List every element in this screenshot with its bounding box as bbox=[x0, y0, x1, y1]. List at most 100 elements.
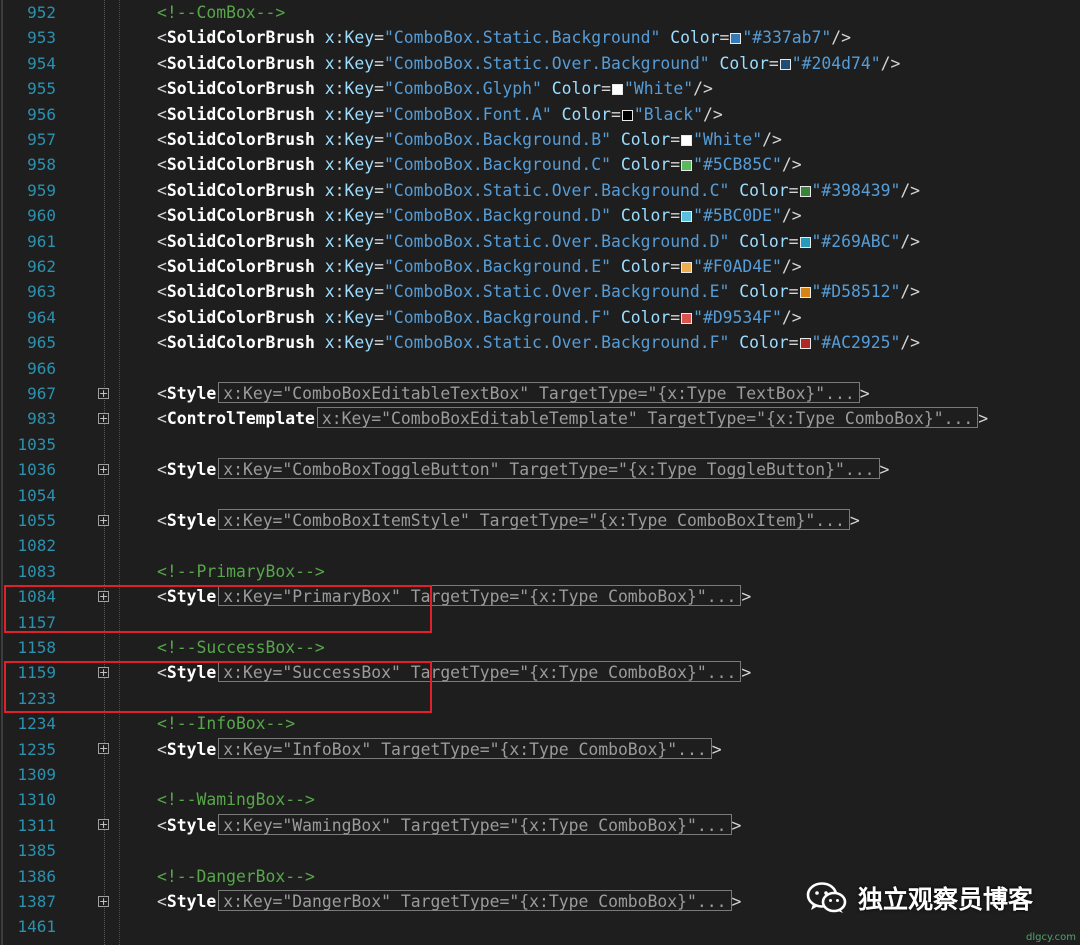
code-line[interactable]: 1235 + <Style x:Key="InfoBox" TargetType="{… bbox=[0, 737, 1080, 762]
line-number: 958 bbox=[27, 155, 56, 175]
code-line[interactable]: 957 <SolidColorBrush x:Key="ComboBox.Back… bbox=[0, 127, 1080, 152]
code-token: : bbox=[334, 282, 345, 302]
code-token: : bbox=[334, 28, 345, 48]
code-line[interactable]: 1054 bbox=[0, 483, 1080, 508]
code-line[interactable]: 961 <SolidColorBrush x:Key="ComboBox.Stat… bbox=[0, 229, 1080, 254]
code-line[interactable]: 955 <SolidColorBrush x:Key="ComboBox.Glyp… bbox=[0, 76, 1080, 101]
color-swatch-icon[interactable] bbox=[612, 84, 623, 96]
line-number: 953 bbox=[27, 28, 56, 48]
code-line[interactable]: 966 bbox=[0, 356, 1080, 381]
code-token: Key bbox=[344, 28, 375, 48]
color-swatch-icon[interactable] bbox=[730, 33, 742, 45]
collapsed-region[interactable]: x:Key="ComboBoxEditableTextBox" TargetTy… bbox=[218, 382, 860, 403]
code-token: SolidColorBrush bbox=[166, 333, 315, 353]
collapsed-region[interactable]: x:Key="ComboBoxEditableTemplate" TargetT… bbox=[316, 407, 979, 429]
expand-fold-icon[interactable]: + bbox=[98, 895, 109, 907]
code-line[interactable]: 952 <!--ComBox--> bbox=[0, 0, 1080, 25]
color-swatch-icon[interactable] bbox=[681, 135, 693, 146]
code-line[interactable]: 956 <SolidColorBrush x:Key="ComboBox.Font… bbox=[0, 102, 1080, 127]
expand-fold-icon[interactable]: + bbox=[98, 743, 109, 755]
expand-fold-icon[interactable]: + bbox=[98, 412, 109, 424]
code-token: : bbox=[334, 231, 345, 251]
code-line[interactable]: 1310 <!--WamingBox--> bbox=[0, 787, 1080, 812]
code-line[interactable]: 1311 + <Style x:Key="WamingBox" TargetType=… bbox=[0, 813, 1080, 838]
color-swatch-icon[interactable] bbox=[681, 312, 693, 324]
collapsed-region[interactable]: x:Key="WamingBox" TargetType="{x:Type Co… bbox=[218, 813, 732, 835]
code-line[interactable]: 967 + <Style x:Key="ComboBoxEditableTextBox… bbox=[0, 381, 1080, 406]
code-token: > bbox=[741, 663, 752, 683]
code-token: Color bbox=[729, 231, 789, 251]
code-editor[interactable]: 952 <!--ComBox--> 953 <SolidColorBrush x:Ke… bbox=[0, 0, 1080, 945]
code-line[interactable]: 963 <SolidColorBrush x:Key="ComboBox.Stat… bbox=[0, 279, 1080, 304]
code-line[interactable]: 1158 <!--SuccessBox--> bbox=[0, 635, 1080, 660]
code-token: = bbox=[374, 104, 385, 124]
expand-fold-icon[interactable]: + bbox=[98, 819, 109, 831]
code-token: < bbox=[157, 180, 167, 200]
code-token: <!--WamingBox--> bbox=[157, 790, 315, 810]
code-token: "ComboBox.Static.Over.Background.D" bbox=[384, 231, 730, 251]
line-number: 1385 bbox=[17, 841, 56, 861]
code-line[interactable]: 959 <SolidColorBrush x:Key="ComboBox.Stat… bbox=[0, 178, 1080, 203]
color-swatch-icon[interactable] bbox=[681, 262, 693, 273]
color-swatch-icon[interactable] bbox=[681, 211, 693, 223]
code-token: = bbox=[374, 333, 385, 353]
expand-fold-icon[interactable]: + bbox=[98, 387, 109, 399]
watermark: 独立观察员博客 bbox=[806, 878, 1033, 918]
code-token: = bbox=[374, 206, 385, 226]
code-text: <SolidColorBrush x:Key="ComboBox.Static.… bbox=[157, 229, 920, 254]
code-line[interactable]: 1309 bbox=[0, 762, 1080, 787]
collapsed-region[interactable]: x:Key="DangerBox" TargetType="{x:Type Co… bbox=[218, 890, 732, 911]
code-token: Color bbox=[610, 307, 671, 327]
code-line[interactable]: 958 <SolidColorBrush x:Key="ComboBox.Back… bbox=[0, 152, 1080, 177]
color-swatch-icon[interactable] bbox=[779, 58, 791, 70]
code-token: x bbox=[314, 180, 335, 200]
code-token: /> bbox=[781, 307, 802, 327]
expand-fold-icon[interactable]: + bbox=[98, 514, 109, 526]
code-token: < bbox=[157, 460, 167, 480]
code-token: = bbox=[374, 28, 385, 48]
color-swatch-icon[interactable] bbox=[621, 109, 633, 121]
code-line[interactable]: 1035 bbox=[0, 432, 1080, 457]
code-line[interactable]: 1083 <!--PrimaryBox--> bbox=[0, 559, 1080, 584]
code-text: <Style x:Key="ComboBoxToggleButton" Targe… bbox=[157, 457, 889, 482]
code-line[interactable]: 1082 bbox=[0, 533, 1080, 558]
code-line[interactable]: 983 + <ControlTemplate x:Key="ComboBoxEdita… bbox=[0, 406, 1080, 431]
collapsed-region[interactable]: x:Key="InfoBox" TargetType="{x:Type Comb… bbox=[218, 737, 712, 759]
code-line[interactable]: 964 <SolidColorBrush x:Key="ComboBox.Back… bbox=[0, 305, 1080, 330]
code-line[interactable]: 954 <SolidColorBrush x:Key="ComboBox.Stat… bbox=[0, 51, 1080, 76]
code-line[interactable]: 1385 bbox=[0, 838, 1080, 863]
code-token: "#AC2925" bbox=[811, 333, 901, 353]
code-token: : bbox=[334, 130, 345, 149]
code-token: Style bbox=[166, 460, 217, 480]
code-token: < bbox=[157, 155, 167, 175]
code-token: Key bbox=[344, 104, 375, 124]
code-token: SolidColorBrush bbox=[166, 28, 315, 48]
code-line[interactable]: 953 <SolidColorBrush x:Key="ComboBox.Stat… bbox=[0, 25, 1080, 50]
collapsed-region[interactable]: x:Key="ComboBoxToggleButton" TargetType=… bbox=[218, 458, 880, 480]
line-number: 962 bbox=[27, 257, 56, 276]
color-swatch-icon[interactable] bbox=[799, 185, 811, 197]
code-token: > bbox=[731, 892, 742, 911]
code-line[interactable]: 960 <SolidColorBrush x:Key="ComboBox.Back… bbox=[0, 203, 1080, 228]
color-swatch-icon[interactable] bbox=[799, 236, 811, 248]
color-swatch-icon[interactable] bbox=[799, 338, 811, 350]
code-token: < bbox=[157, 409, 167, 429]
color-swatch-icon[interactable] bbox=[681, 160, 693, 172]
line-number: 957 bbox=[27, 130, 56, 149]
code-token: Color bbox=[551, 104, 611, 124]
expand-fold-icon[interactable]: + bbox=[98, 463, 109, 475]
highlight-box-primarybox bbox=[4, 585, 432, 633]
code-line[interactable]: 1461 bbox=[0, 914, 1080, 939]
code-token: Key bbox=[344, 130, 375, 149]
code-token: Style bbox=[166, 384, 217, 403]
code-line[interactable]: 1036 + <Style x:Key="ComboBoxToggleButton" … bbox=[0, 457, 1080, 482]
code-line[interactable]: 1234 <!--InfoBox--> bbox=[0, 711, 1080, 736]
code-token: = bbox=[374, 282, 385, 302]
code-line[interactable]: 962 <SolidColorBrush x:Key="ComboBox.Back… bbox=[0, 254, 1080, 279]
code-line[interactable]: 1055 + <Style x:Key="ComboBoxItemStyle" Tar… bbox=[0, 508, 1080, 533]
code-line[interactable]: 965 <SolidColorBrush x:Key="ComboBox.Stat… bbox=[0, 330, 1080, 355]
code-token: "White" bbox=[624, 79, 694, 99]
collapsed-region[interactable]: x:Key="ComboBoxItemStyle" TargetType="{x… bbox=[218, 509, 850, 530]
color-swatch-icon[interactable] bbox=[799, 287, 811, 299]
code-token: = bbox=[601, 79, 611, 99]
